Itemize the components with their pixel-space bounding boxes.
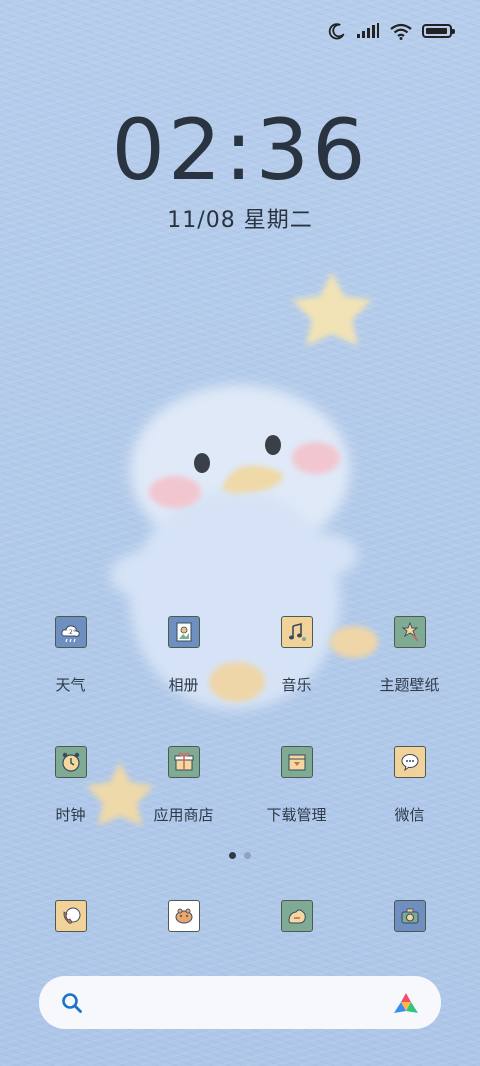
battery-icon — [422, 24, 455, 38]
lockscreen-date: 11/08 星期二 — [167, 208, 313, 233]
assistant-logo-icon[interactable] — [393, 991, 419, 1015]
camera-icon — [393, 900, 426, 932]
messages-icon — [167, 900, 200, 932]
app-music[interactable]: 音乐 — [240, 616, 353, 695]
app-weather[interactable]: 2° 天气 — [14, 616, 127, 695]
weather-icon: 2° — [54, 616, 87, 648]
app-label: 相册 — [168, 676, 199, 694]
wechat-icon — [393, 746, 426, 778]
app-clock[interactable]: 时钟 — [14, 746, 127, 825]
dock-phone[interactable] — [14, 900, 127, 932]
app-themes[interactable]: 主题壁纸 — [353, 616, 466, 695]
gallery-icon — [167, 616, 200, 648]
app-label: 下载管理 — [266, 806, 327, 824]
clock-icon — [54, 746, 87, 778]
dock-browser[interactable] — [240, 900, 353, 932]
signal-icon — [357, 23, 379, 38]
app-label: 应用商店 — [153, 806, 214, 824]
status-bar — [328, 18, 455, 44]
phone-icon — [54, 900, 87, 932]
dock-messages[interactable] — [127, 900, 240, 932]
moon-icon — [328, 23, 345, 40]
page-indicator[interactable] — [0, 852, 480, 859]
search-icon[interactable] — [61, 992, 83, 1014]
page-dot-2[interactable] — [244, 852, 251, 859]
app-label: 微信 — [394, 806, 425, 824]
svg-text:2°: 2° — [69, 629, 76, 636]
app-downloads[interactable]: 下载管理 — [240, 746, 353, 825]
app-label: 主题壁纸 — [379, 676, 440, 694]
dock — [14, 900, 466, 932]
page-dot-1[interactable] — [229, 852, 236, 859]
download-icon — [280, 746, 313, 778]
app-grid-row-2: 时钟 应用商店 下载管理 微信 — [14, 746, 466, 825]
browser-icon — [280, 900, 313, 932]
app-grid-row-1: 2° 天气 相册 音乐 主题壁纸 — [14, 616, 466, 695]
app-wechat[interactable]: 微信 — [353, 746, 466, 825]
app-label: 时钟 — [55, 806, 86, 824]
search-input[interactable] — [97, 993, 379, 1012]
app-label: 音乐 — [281, 676, 312, 694]
app-store-icon — [167, 746, 200, 778]
music-icon — [280, 616, 313, 648]
dock-camera[interactable] — [353, 900, 466, 932]
lockscreen-time: 02:36 — [111, 101, 369, 199]
themes-icon — [393, 616, 426, 648]
app-store[interactable]: 应用商店 — [127, 746, 240, 825]
app-label: 天气 — [55, 676, 86, 694]
wifi-icon — [390, 23, 412, 40]
app-gallery[interactable]: 相册 — [127, 616, 240, 695]
search-bar[interactable] — [39, 976, 441, 1029]
battery-level-fill — [426, 28, 447, 34]
